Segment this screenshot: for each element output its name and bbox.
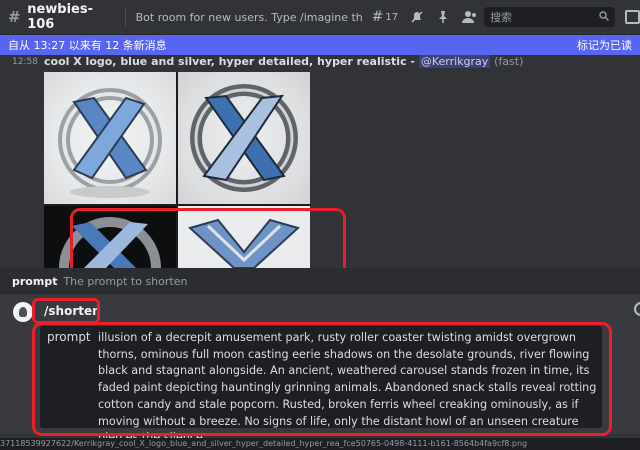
new-messages-text: 自从 13:27 以来有 12 条新消息 — [8, 39, 167, 52]
threads-icon: # — [371, 9, 384, 25]
image-2[interactable] — [178, 72, 310, 204]
message-timestamp: 12:58 — [12, 57, 38, 67]
inbox-icon[interactable] — [624, 10, 640, 24]
search-icon — [599, 10, 609, 24]
bot-avatar — [13, 302, 33, 322]
member-list-icon[interactable] — [462, 10, 478, 24]
mode-label: (fast) — [494, 55, 524, 68]
command-annotation-box — [32, 298, 100, 324]
search-placeholder: 搜索 — [490, 11, 513, 24]
threads-button[interactable]: #17 — [372, 9, 398, 25]
prompt-text: cool X logo, blue and silver, hyper deta… — [44, 55, 415, 68]
notification-bell-icon[interactable] — [410, 10, 424, 24]
channel-header: # newbies-106 Bot room for new users. Ty… — [0, 0, 640, 35]
prompt-annotation-box — [32, 322, 612, 436]
channel-hash-icon: # — [8, 8, 21, 26]
image-1[interactable] — [44, 72, 176, 204]
search-input[interactable]: 搜索 — [484, 7, 615, 27]
pinned-messages-icon[interactable] — [436, 10, 450, 24]
channel-name: newbies-106 — [27, 2, 93, 32]
message-header: 12:58 cool X logo, blue and silver, hype… — [0, 55, 640, 71]
message-prompt-text: cool X logo, blue and silver, hyper deta… — [44, 55, 523, 68]
header-icons: #17 — [372, 9, 478, 25]
mark-as-read-button[interactable]: 标记为已读 — [577, 37, 632, 53]
new-messages-banner[interactable]: 自从 13:27 以来有 12 条新消息 标记为已读 — [0, 35, 640, 55]
channel-topic[interactable]: Bot room for new users. Type /imagine th… — [136, 11, 362, 24]
header-divider — [124, 8, 126, 26]
threads-count: 17 — [385, 11, 399, 23]
option-description: The prompt to shorten — [63, 274, 188, 288]
option-name: prompt — [12, 274, 58, 288]
link-status-bar: 37118539927622/Kerrikgray_cool_X_logo_bl… — [0, 438, 640, 450]
user-mention[interactable]: @Kerrikgray — [418, 55, 491, 68]
command-option-hint[interactable]: prompt The prompt to shorten — [0, 268, 640, 294]
